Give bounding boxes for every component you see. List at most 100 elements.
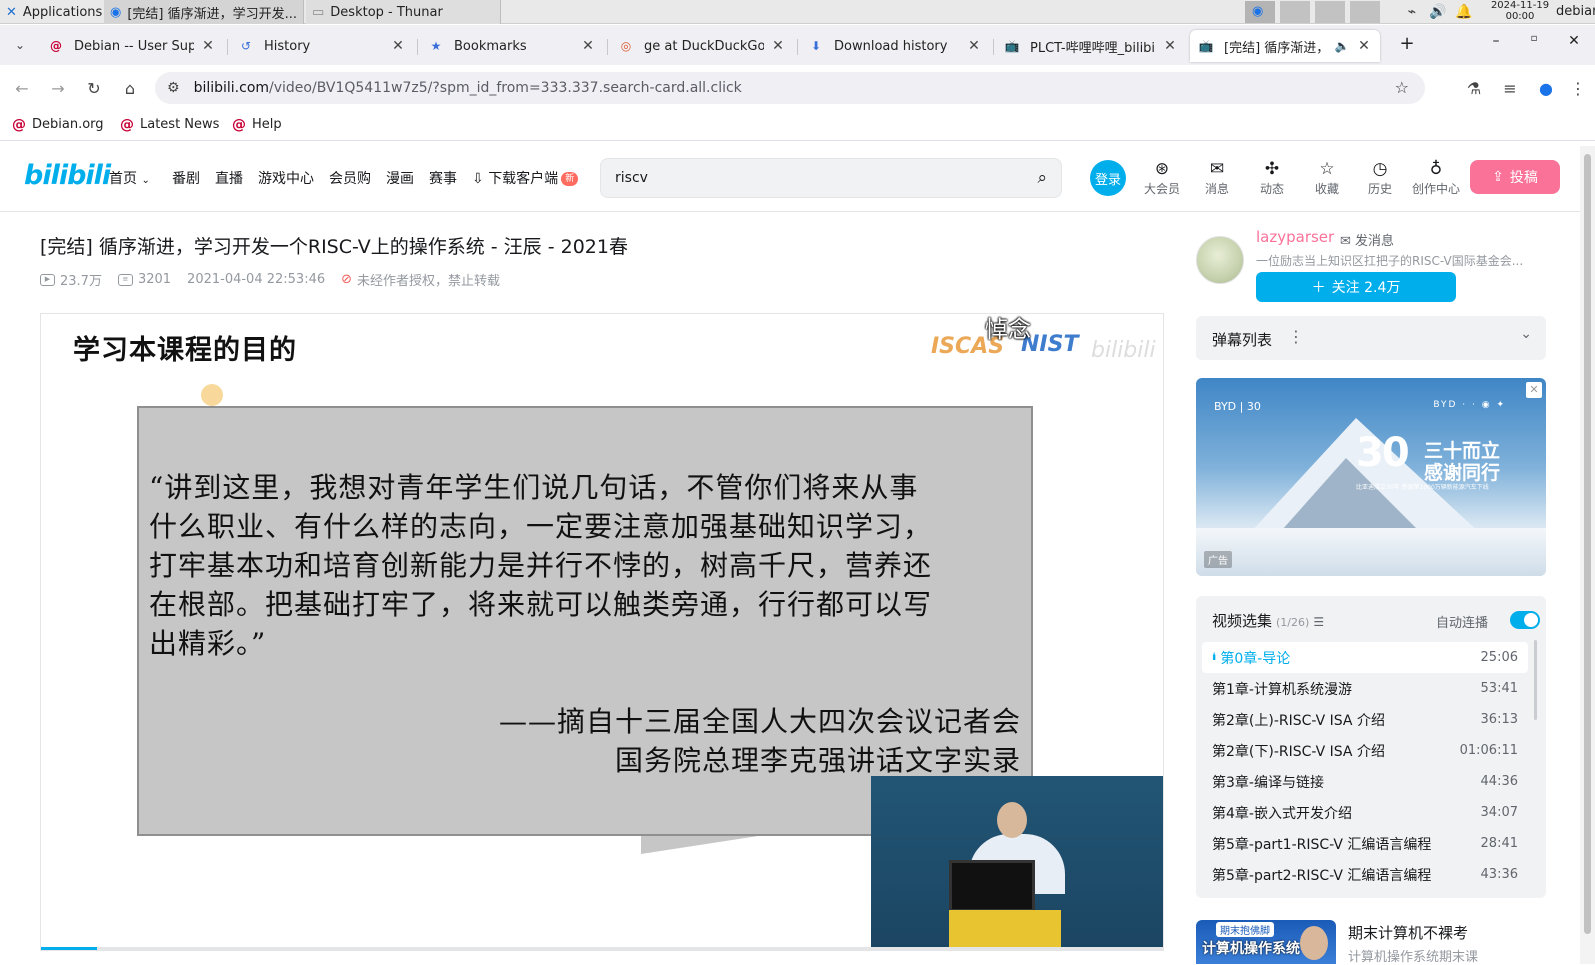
close-icon[interactable]: ✕ (390, 38, 406, 54)
recommended-thumbnail[interactable]: 期末抱佛脚 计算机操作系统 (1196, 920, 1336, 964)
nav-live[interactable]: 直播 (215, 168, 243, 188)
follow-button[interactable]: ＋ 关注 2.4万 (1256, 272, 1456, 302)
ad-number: 30 (1356, 430, 1410, 476)
nav-manga[interactable]: 漫画 (386, 168, 414, 188)
history-button[interactable]: ◷ 历史 (1358, 158, 1402, 197)
minimize-button[interactable]: – (1486, 33, 1506, 49)
recommended-title[interactable]: 期末计算机不裸考 (1348, 922, 1468, 943)
nav-home[interactable]: 首页 ⌄ (109, 168, 150, 188)
icon-label: 消息 (1204, 182, 1229, 196)
tab-download-history[interactable]: ⬇ Download history ✕ (800, 30, 990, 62)
bookmark-debian-org[interactable]: @ Debian.org (12, 117, 104, 132)
search-icon[interactable]: ⌕ (1037, 168, 1047, 188)
bookmark-star-icon[interactable]: ☆ (1395, 78, 1409, 97)
vip-button[interactable]: ⊛ 大会员 (1140, 158, 1184, 197)
chevron-down-icon[interactable]: ⌄ (1520, 326, 1532, 342)
uploader-name[interactable]: lazyparser (1256, 228, 1334, 246)
applications-menu[interactable]: ✕ Applications ⋮ (0, 0, 104, 24)
close-icon[interactable]: ✕ (770, 38, 786, 54)
bookmark-help[interactable]: @ Help (232, 117, 282, 132)
autoplay-toggle[interactable] (1510, 611, 1540, 629)
workspace-2[interactable] (1280, 1, 1310, 23)
nav-bangumi[interactable]: 番剧 (172, 168, 200, 188)
close-icon[interactable]: ✕ (200, 38, 216, 54)
url-bar[interactable]: ⚙ bilibili.com/video/BV1Q5411w7z5/?spm_i… (155, 72, 1425, 104)
nav-download-client[interactable]: ⇩ 下载客户端新 (472, 168, 579, 188)
episode-name: 第5章-part1-RISC-V 汇编语言编程 (1212, 836, 1432, 853)
creator-center-button[interactable]: ♁ 创作中心 (1408, 158, 1464, 197)
login-button[interactable]: 登录 (1090, 160, 1126, 196)
taskbar-window-browser[interactable]: ◉ [完结] 循序渐进，学习开发... (104, 0, 304, 24)
playlist-item[interactable]: 第5章-part2-RISC-V 汇编语言编程 43:36 (1202, 859, 1528, 890)
advertisement-banner[interactable]: BYD | 30 BYD · · ◉ ✦ 30 三十而立 感谢同行 比亚迪成立3… (1196, 378, 1546, 576)
list-all-tabs-button[interactable]: ⌄ (8, 33, 32, 57)
nav-esports[interactable]: 赛事 (429, 168, 457, 188)
playlist-scrollbar[interactable] (1534, 640, 1537, 720)
site-info-icon[interactable]: ⚙ (167, 80, 180, 96)
playlist-item[interactable]: 第4章-嵌入式开发介绍 34:07 (1202, 797, 1528, 828)
tab-plct-bilibili[interactable]: 📺 PLCT-哔哩哔哩_bilibi ✕ (996, 30, 1186, 62)
thumb-text: 计算机操作系统 (1202, 941, 1300, 957)
reload-icon[interactable]: ↻ (82, 76, 106, 100)
danmaku-list-panel[interactable]: 弹幕列表 ⋮ ⌄ (1196, 316, 1546, 360)
bookmark-latest-news[interactable]: @ Latest News (120, 117, 219, 132)
close-icon[interactable]: ✕ (966, 38, 982, 54)
video-progress-bar[interactable] (41, 947, 1163, 950)
send-message-link[interactable]: ✉ 发消息 (1340, 230, 1394, 249)
window-close-button[interactable]: ✕ (1564, 33, 1584, 49)
quote-source: 国务院总理李克强讲话文字实录 (614, 744, 1021, 777)
workspace-3[interactable] (1315, 1, 1345, 23)
tab-debian[interactable]: @ Debian -- User Supp ✕ (40, 30, 224, 62)
messages-button[interactable]: ✉ 消息 (1195, 158, 1239, 197)
speaker-icon[interactable]: 🔈 (1334, 39, 1350, 53)
profile-icon[interactable]: ● (1534, 76, 1558, 100)
tab-bookmarks[interactable]: ★ Bookmarks ✕ (420, 30, 604, 62)
forward-arrow-icon[interactable]: → (46, 76, 70, 100)
home-icon[interactable]: ⌂ (118, 76, 142, 100)
workspace-1[interactable]: ◉ (1245, 1, 1275, 23)
upload-button[interactable]: ⇪ 投稿 (1470, 160, 1560, 194)
tab-active-video[interactable]: 📺 [完结] 循序渐进， 🔈 ✕ (1190, 30, 1380, 62)
tab-history[interactable]: ↺ History ✕ (230, 30, 414, 62)
clock[interactable]: 2024-11-19 00:00 (1489, 0, 1551, 22)
uploader-avatar[interactable] (1196, 236, 1244, 284)
nav-label: 下载客户端 (488, 171, 559, 187)
video-player[interactable]: 学习本课程的目的 ISCAS NIST bilibili 悼念 “讲到这里，我想… (40, 313, 1164, 951)
playlist-item[interactable]: 第3章-编译与链接 44:36 (1202, 766, 1528, 797)
close-icon[interactable]: ✕ (1356, 38, 1372, 54)
playlist-item[interactable]: 第2章(上)-RISC-V ISA 介绍 36:13 (1202, 704, 1528, 735)
maximize-button[interactable]: ▫ (1524, 33, 1544, 44)
tab-duckduckgo[interactable]: ◎ ge at DuckDuckGo ✕ (610, 30, 794, 62)
network-icon[interactable]: ⌁ (1402, 2, 1422, 22)
new-tab-button[interactable]: + (1397, 33, 1417, 54)
back-arrow-icon[interactable]: ← (10, 76, 34, 100)
playlist-item[interactable]: 第5章-part1-RISC-V 汇编语言编程 28:41 (1202, 828, 1528, 859)
volume-icon[interactable]: 🔊 (1428, 2, 1448, 22)
more-options-icon[interactable]: ⋮ (1288, 327, 1304, 346)
notification-bell-icon[interactable]: 🔔 (1454, 2, 1474, 22)
page-scrollbar[interactable] (1580, 146, 1595, 964)
taskbar-window-thunar[interactable]: ▭ Desktop - Thunar (306, 0, 501, 24)
favorites-button[interactable]: ☆ 收藏 (1305, 158, 1349, 197)
close-icon[interactable]: ✕ (580, 38, 596, 54)
dynamics-button[interactable]: ✣ 动态 (1250, 158, 1294, 197)
nav-game-center[interactable]: 游戏中心 (258, 168, 314, 188)
playlist-item[interactable]: ılı 第0章-导论 25:06 (1202, 642, 1528, 673)
playlist-item[interactable]: 第2章(下)-RISC-V ISA 介绍 01:06:11 (1202, 735, 1528, 766)
close-icon[interactable]: ✕ (1162, 38, 1178, 54)
menu-kebab-icon[interactable]: ⋮ (1566, 76, 1590, 100)
close-icon[interactable]: ✕ (1526, 382, 1542, 398)
labs-flask-icon[interactable]: ⚗ (1462, 76, 1486, 100)
list-view-icon[interactable]: ☰ (1313, 615, 1324, 629)
workspace-4[interactable] (1350, 1, 1380, 23)
bilibili-logo[interactable]: bilibili (24, 160, 111, 191)
playing-bars-icon: ılı (1212, 652, 1217, 663)
user-label[interactable]: debian (1556, 4, 1595, 19)
nav-shop[interactable]: 会员购 (329, 168, 371, 188)
byd-logo-icon: BYD | 30 (1214, 400, 1261, 413)
scrollbar-thumb[interactable] (1584, 154, 1591, 934)
search-input[interactable]: riscv ⌕ (600, 158, 1062, 198)
media-control-icon[interactable]: ≡ (1498, 76, 1522, 100)
ad-label: 广告 (1204, 551, 1232, 568)
playlist-item[interactable]: 第1章-计算机系统漫游 53:41 (1202, 673, 1528, 704)
